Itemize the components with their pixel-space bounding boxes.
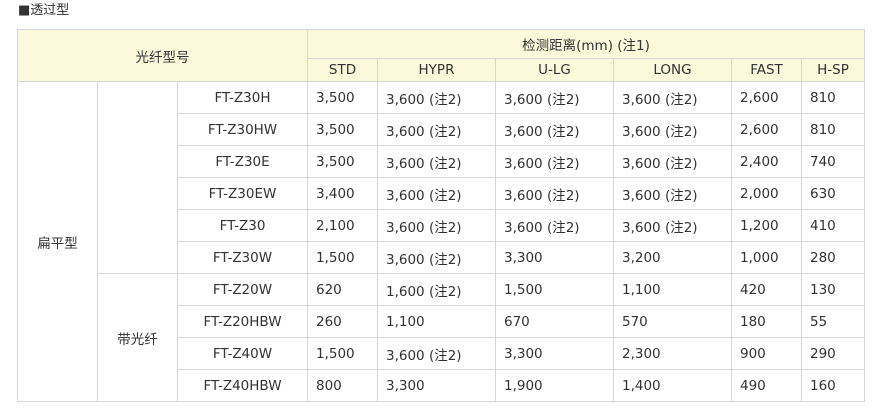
value-cell: 180 (731, 305, 802, 338)
subgroup-cell (97, 81, 178, 274)
value-cell: 1,500 (307, 241, 378, 274)
value-cell: 55 (801, 305, 865, 338)
value-cell: 260 (307, 305, 378, 338)
value-cell: 280 (801, 241, 865, 274)
value-cell: 3,500 (307, 81, 378, 114)
value-cell: 3,600 (注2) (377, 241, 496, 274)
value-cell: 3,300 (495, 241, 614, 274)
value-cell: 3,600 (注2) (495, 145, 614, 178)
value-cell: 290 (801, 337, 865, 370)
value-cell: 620 (307, 273, 378, 306)
value-cell: 490 (731, 369, 802, 402)
value-cell: 3,600 (注2) (613, 209, 732, 242)
value-cell: 1,400 (613, 369, 732, 402)
value-cell: 3,600 (注2) (377, 81, 496, 114)
value-cell: 3,600 (注2) (613, 113, 732, 146)
distance-header: 检测距离(mm) (注1) (307, 29, 865, 59)
value-cell: 160 (801, 369, 865, 402)
value-cell: 3,300 (495, 337, 614, 370)
value-cell: 1,900 (495, 369, 614, 402)
subgroup-cell: 带光纤 (97, 273, 178, 402)
value-cell: 3,600 (注2) (613, 81, 732, 114)
column-header-hsp: H-SP (801, 58, 865, 82)
value-cell: 3,200 (613, 241, 732, 274)
value-cell: 3,600 (注2) (495, 113, 614, 146)
model-cell: FT-Z30HW (177, 113, 308, 146)
column-header-std: STD (307, 58, 378, 82)
model-cell: FT-Z30H (177, 81, 308, 114)
value-cell: 1,500 (307, 337, 378, 370)
value-cell: 410 (801, 209, 865, 242)
value-cell: 1,100 (613, 273, 732, 306)
value-cell: 3,500 (307, 145, 378, 178)
value-cell: 3,600 (注2) (495, 177, 614, 210)
value-cell: 3,600 (注2) (377, 177, 496, 210)
value-cell: 2,400 (731, 145, 802, 178)
value-cell: 420 (731, 273, 802, 306)
model-cell: FT-Z40HBW (177, 369, 308, 402)
column-header-fast: FAST (731, 58, 802, 82)
value-cell: 2,600 (731, 81, 802, 114)
value-cell: 3,600 (注2) (495, 209, 614, 242)
table-row: 扁平型 FT-Z30H 3,500 3,600 (注2) 3,600 (注2) 3,600… (17, 81, 865, 402)
detection-distance-table: 光纤型号 检测距离(mm) (注1) STD HYPR U-LG LONG FA… (17, 29, 865, 402)
value-cell: 3,600 (注2) (613, 177, 732, 210)
value-cell: 1,100 (377, 305, 496, 338)
value-cell: 3,600 (注2) (377, 113, 496, 146)
section-title: ■透过型 (18, 3, 70, 18)
model-cell: FT-Z20W (177, 273, 308, 306)
value-cell: 1,200 (731, 209, 802, 242)
value-cell: 1,500 (495, 273, 614, 306)
value-cell: 130 (801, 273, 865, 306)
value-cell: 3,600 (注2) (377, 209, 496, 242)
category-cell: 扁平型 (17, 81, 98, 402)
value-cell: 1,600 (注2) (377, 273, 496, 306)
model-cell: FT-Z30 (177, 209, 308, 242)
value-cell: 2,600 (731, 113, 802, 146)
value-cell: 3,500 (307, 113, 378, 146)
model-header: 光纤型号 (17, 29, 308, 82)
model-cell: FT-Z30E (177, 145, 308, 178)
model-cell: FT-Z40W (177, 337, 308, 370)
model-cell: FT-Z30W (177, 241, 308, 274)
value-cell: 2,000 (731, 177, 802, 210)
value-cell: 3,400 (307, 177, 378, 210)
value-cell: 2,100 (307, 209, 378, 242)
value-cell: 740 (801, 145, 865, 178)
value-cell: 810 (801, 113, 865, 146)
model-cell: FT-Z30EW (177, 177, 308, 210)
value-cell: 630 (801, 177, 865, 210)
value-cell: 810 (801, 81, 865, 114)
value-cell: 800 (307, 369, 378, 402)
table-row: 带光纤 FT-Z20W 620 1,600 (注2) 1,500 1,100 420 130 (18, 273, 865, 402)
value-cell: 570 (613, 305, 732, 338)
value-cell: 3,600 (注2) (495, 81, 614, 114)
column-header-hypr: HYPR (377, 58, 496, 82)
column-header-ulg: U-LG (495, 58, 614, 82)
value-cell: 670 (495, 305, 614, 338)
value-cell: 3,600 (注2) (377, 337, 496, 370)
value-cell: 1,000 (731, 241, 802, 274)
value-cell: 2,300 (613, 337, 732, 370)
column-header-long: LONG (613, 58, 732, 82)
value-cell: 3,600 (注2) (613, 145, 732, 178)
value-cell: 900 (731, 337, 802, 370)
value-cell: 3,300 (377, 369, 496, 402)
model-cell: FT-Z20HBW (177, 305, 308, 338)
value-cell: 3,600 (注2) (377, 145, 496, 178)
